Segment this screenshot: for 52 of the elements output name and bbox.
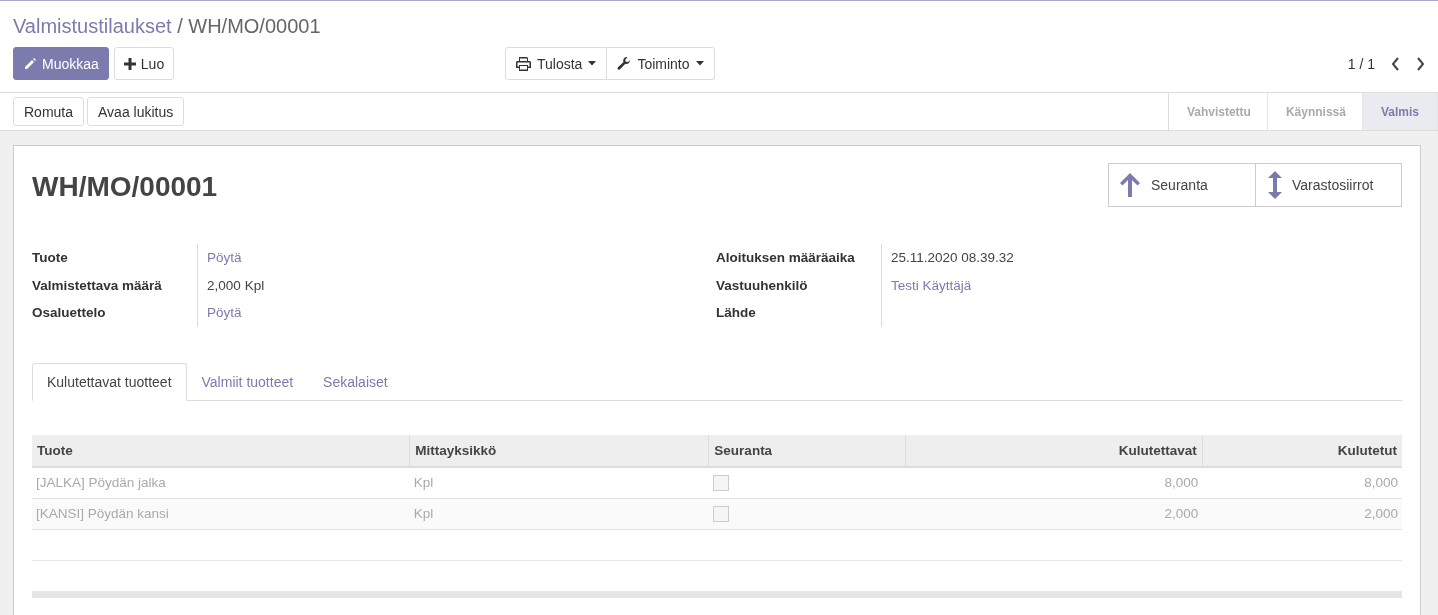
checkbox[interactable] [712, 505, 729, 522]
caret-icon [588, 61, 597, 66]
field-label: Tuote [32, 249, 69, 268]
table-cell: [KANSI] Pöydän kansi [32, 498, 410, 529]
column-header[interactable]: Tuote [32, 434, 410, 467]
field-value: 25.11.2020 08.39.32 [891, 250, 1014, 266]
field-label: Vastuuhenkilö [716, 276, 809, 295]
field-label: Aloituksen määräaika [716, 249, 856, 268]
header-button[interactable]: Avaa lukitus [87, 97, 185, 126]
tab[interactable]: Kulutettavat tuotteet [32, 362, 187, 401]
header-button[interactable]: Romuta [13, 97, 85, 126]
field-value: 2,000 [207, 277, 241, 293]
field-link[interactable]: Pöytä [207, 305, 242, 321]
caret-icon [695, 61, 704, 66]
record-title: WH/MO/00001 [32, 171, 218, 203]
table-cell: 2,000 [905, 498, 1203, 529]
wrench-icon [617, 56, 632, 71]
field-label: Valmistettava määrä [32, 276, 163, 295]
field-label: Osaluettelo [32, 304, 107, 323]
breadcrumb-link[interactable]: Valmistustilaukset [13, 15, 172, 37]
field-link[interactable]: Pöytä [207, 250, 242, 266]
edit-button[interactable]: Muokkaa [13, 47, 109, 80]
chevron-left-icon[interactable] [1391, 56, 1400, 71]
unit-label: Kpl [244, 277, 265, 293]
tab[interactable]: Valmiit tuotteet [186, 362, 309, 401]
pencil-icon [23, 56, 37, 71]
tab[interactable]: Sekalaiset [308, 362, 403, 401]
table-cell: 8,000 [905, 466, 1203, 498]
create-button[interactable]: Luo [113, 47, 175, 80]
checkbox[interactable] [712, 474, 729, 491]
field-label: Lähde [716, 304, 757, 323]
field-link[interactable]: Testi Käyttäjä [891, 277, 972, 293]
table-cell: Kpl [409, 498, 709, 529]
dropdown-button[interactable]: Toiminto [607, 47, 715, 80]
table-cell: [JALKA] Pöydän jalka [32, 466, 410, 498]
arrow-up-icon [1119, 172, 1141, 198]
chevron-right-icon[interactable] [1416, 56, 1425, 71]
table-cell: 8,000 [1202, 466, 1402, 498]
pager-counter: 1 / 1 [1347, 55, 1375, 72]
column-header[interactable]: Seuranta [708, 434, 906, 467]
horizontal-scrollbar[interactable] [32, 590, 1402, 598]
column-header[interactable]: Kulutetut [1202, 434, 1402, 467]
printer-icon [516, 56, 531, 71]
dropdown-button[interactable]: Tulosta [505, 47, 608, 80]
up-down-arrow-icon [1268, 171, 1282, 199]
table-cell: 2,000 [1202, 498, 1402, 529]
column-header[interactable]: Kulutettavat [905, 434, 1203, 467]
breadcrumb-current: WH/MO/00001 [188, 15, 321, 37]
breadcrumb-separator: / [177, 15, 183, 37]
table-cell: Kpl [409, 466, 709, 498]
plus-icon [123, 57, 136, 70]
column-header[interactable]: Mittayksikkö [409, 434, 709, 467]
